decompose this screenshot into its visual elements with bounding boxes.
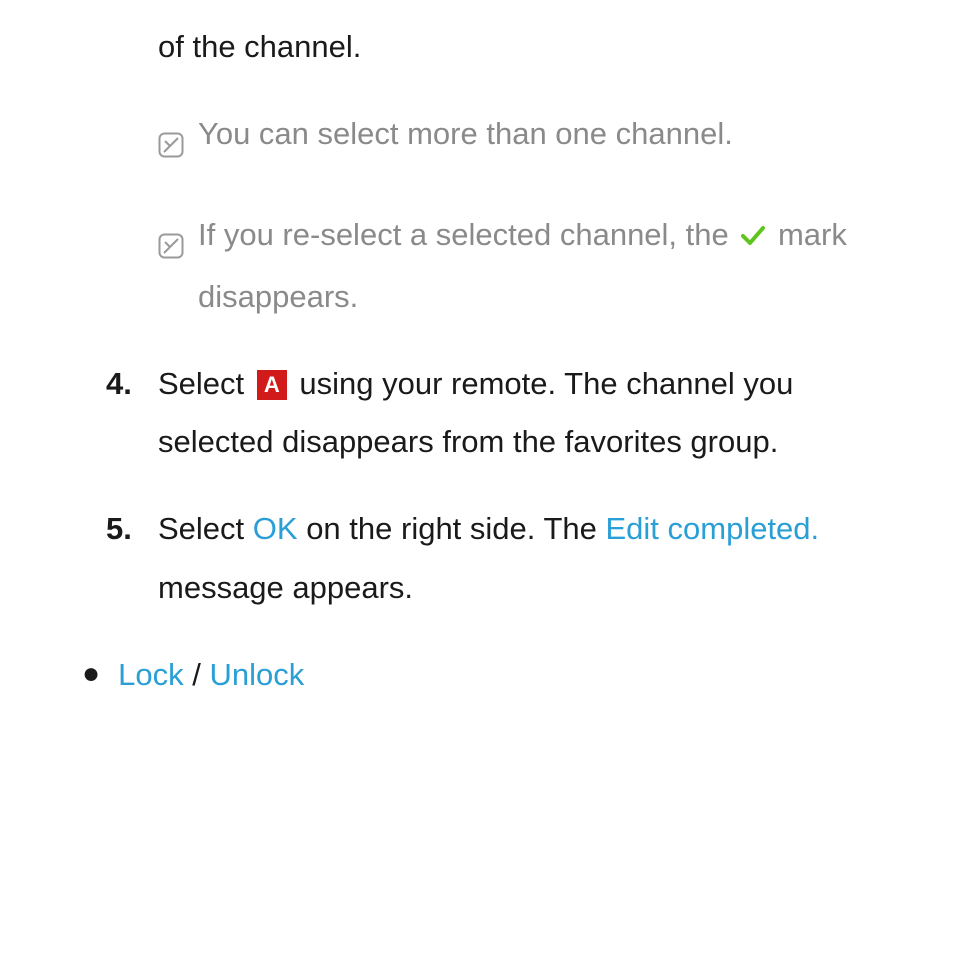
bullet-icon: ● [82,659,100,689]
step-4-body: Select A using your remote. The channel … [158,355,906,473]
step-5-t1: Select [158,511,253,546]
checkmark-icon [740,220,766,255]
step-5-t3: message appears. [158,570,413,605]
step-5: 5. Select OK on the right side. The Edit… [106,500,906,618]
unlock-label: Unlock [209,657,304,692]
remote-a-button-icon: A [257,370,287,400]
lock-unlock-item: ● Lock / Unlock [82,646,906,705]
note-2: If you re-select a selected channel, the… [158,206,906,327]
step-4-post: using your remote. The channel you selec… [158,366,793,460]
continuation-text: of the channel. [158,18,906,77]
manual-page: of the channel. You can select more than… [0,0,954,745]
step-5-number: 5. [106,500,146,559]
step-4-pre: Select [158,366,253,401]
note-icon [158,119,184,178]
step-4-number: 4. [106,355,146,414]
separator: / [184,657,210,692]
step-5-t2: on the right side. The [298,511,606,546]
note-2-pre: If you re-select a selected channel, the [198,217,737,252]
step-5-body: Select OK on the right side. The Edit co… [158,500,906,618]
ok-label: OK [253,511,298,546]
note-1: You can select more than one channel. [158,105,906,178]
step-4: 4. Select A using your remote. The chann… [106,355,906,473]
lock-unlock-text: Lock / Unlock [118,646,304,705]
note-1-text: You can select more than one channel. [198,105,906,164]
note-icon [158,220,184,279]
note-2-text: If you re-select a selected channel, the… [198,206,906,327]
edit-completed-label: Edit completed. [605,511,819,546]
lock-label: Lock [118,657,183,692]
